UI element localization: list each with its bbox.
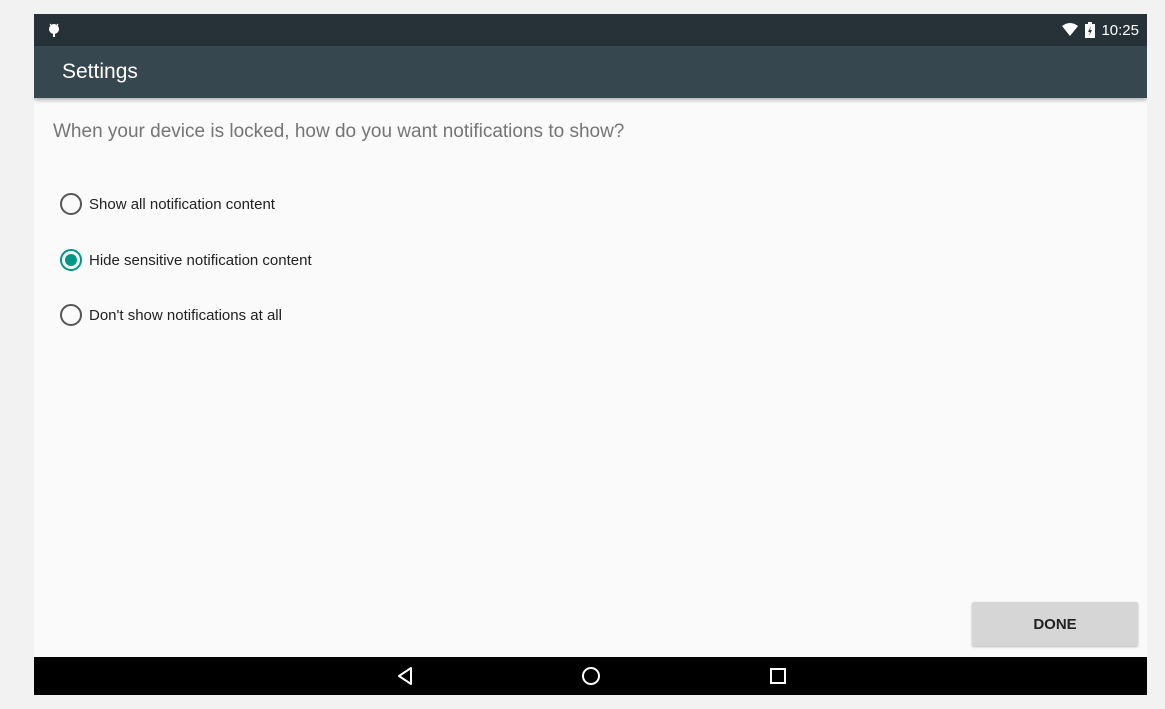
option-label: Don't show notifications at all xyxy=(89,306,282,324)
app-bar: Settings xyxy=(34,46,1147,98)
radio-hide-sensitive[interactable] xyxy=(60,249,82,271)
radio-show-all[interactable] xyxy=(60,193,82,215)
wifi-icon xyxy=(1062,23,1079,36)
done-button[interactable]: DONE xyxy=(972,602,1138,646)
option-label: Hide sensitive notification content xyxy=(89,251,312,269)
battery-charging-icon xyxy=(1085,22,1096,38)
status-bar: 10:25 xyxy=(34,14,1147,46)
status-icons: 10:25 xyxy=(1061,14,1139,46)
home-icon[interactable] xyxy=(579,664,603,688)
recents-icon[interactable] xyxy=(766,664,790,688)
option-dont-show[interactable]: Don't show notifications at all xyxy=(60,298,480,332)
page-title: Settings xyxy=(62,60,138,83)
device-screen: 10:25 Settings When your device is locke… xyxy=(34,14,1147,695)
android-debug-icon xyxy=(49,23,59,37)
lockscreen-prompt: When your device is locked, how do you w… xyxy=(53,121,625,142)
option-hide-sensitive[interactable]: Hide sensitive notification content xyxy=(60,243,480,277)
back-icon[interactable] xyxy=(393,664,417,688)
option-label: Show all notification content xyxy=(89,195,275,213)
status-time: 10:25 xyxy=(1101,21,1139,39)
navigation-bar xyxy=(34,657,1147,695)
option-show-all[interactable]: Show all notification content xyxy=(60,187,480,221)
radio-dont-show[interactable] xyxy=(60,304,82,326)
